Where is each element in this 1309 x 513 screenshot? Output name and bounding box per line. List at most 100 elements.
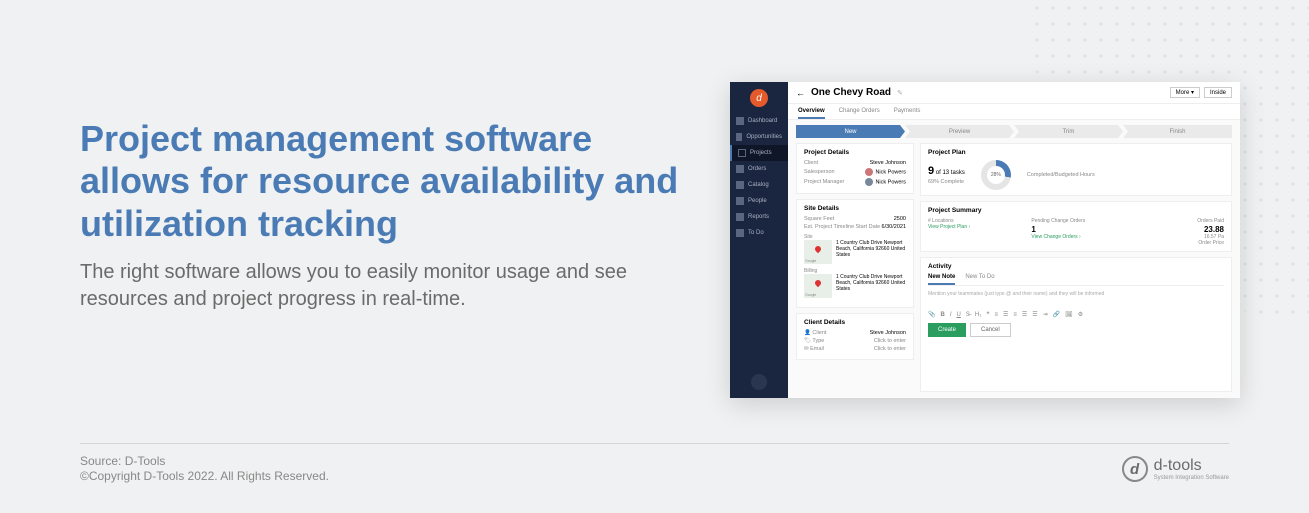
- sidebar-item-opportunities[interactable]: Opportunities: [730, 129, 788, 145]
- stage-new[interactable]: New: [796, 125, 905, 138]
- align-right-icon[interactable]: ≡: [1013, 312, 1017, 318]
- card-title: Project Summary: [928, 207, 1224, 214]
- site-map[interactable]: Google: [804, 240, 832, 264]
- list-ol-icon[interactable]: ☰: [1022, 311, 1027, 318]
- label: Square Feet: [804, 216, 834, 222]
- brand-tagline: System Integration Software: [1154, 475, 1229, 481]
- todo-icon: [736, 229, 744, 237]
- sidebar-item-catalog[interactable]: Catalog: [730, 177, 788, 193]
- client-name: Steve Johnson: [870, 160, 906, 166]
- main-panel: ← One Chevy Road ✎ More ▾ Inside Overvie…: [788, 82, 1240, 398]
- quote-icon[interactable]: ❝: [986, 311, 989, 318]
- tasks-total: 13 tasks: [942, 170, 964, 176]
- strike-icon[interactable]: S̶: [966, 312, 970, 318]
- tab-new-todo[interactable]: New To Do: [965, 274, 994, 285]
- underline-icon[interactable]: U: [957, 312, 961, 318]
- label: 👤 Client: [804, 330, 826, 336]
- project-title: One Chevy Road: [811, 87, 891, 98]
- hero-headline: Project management software allows for r…: [80, 118, 680, 245]
- type-input[interactable]: Click to enter: [874, 338, 906, 344]
- app-logo[interactable]: d: [750, 89, 768, 107]
- percent-complete: 69% Complete: [928, 179, 965, 185]
- site-address: 1 Country Club Drive Newport Beach, Cali…: [836, 240, 906, 264]
- label: Start Date: [855, 224, 880, 230]
- projects-icon: [738, 149, 746, 157]
- tab-overview[interactable]: Overview: [798, 108, 825, 119]
- card-title: Project Details: [804, 149, 906, 156]
- email-input[interactable]: Click to enter: [874, 346, 906, 352]
- tab-new-note[interactable]: New Note: [928, 274, 955, 285]
- people-icon: [736, 197, 744, 205]
- label: Client: [804, 160, 818, 166]
- brand-icon: d: [1122, 456, 1148, 482]
- stage-preview[interactable]: Preview: [905, 125, 1014, 138]
- orders-paid-value: 23.88: [1135, 225, 1224, 234]
- hero-subhead: The right software allows you to easily …: [80, 259, 680, 313]
- sidebar-item-dashboard[interactable]: Dashboard: [730, 113, 788, 129]
- hours-donut-chart: 28%: [981, 160, 1011, 190]
- image-icon[interactable]: 🖼: [1065, 311, 1073, 318]
- user-avatar[interactable]: [751, 374, 767, 390]
- note-input[interactable]: Mention your teammates (just type @ and …: [928, 291, 1224, 297]
- cancel-button[interactable]: Cancel: [970, 323, 1011, 337]
- sidebar-item-orders[interactable]: Orders: [730, 161, 788, 177]
- indent-icon[interactable]: ⇥: [1043, 311, 1048, 318]
- inside-button[interactable]: Inside: [1204, 87, 1232, 98]
- label: Project Manager: [804, 179, 844, 185]
- back-button[interactable]: ←: [796, 88, 805, 98]
- sidebar-item-todo[interactable]: To Do: [730, 225, 788, 241]
- stage-finish[interactable]: Finish: [1123, 125, 1232, 138]
- attach-icon[interactable]: 📎: [928, 311, 935, 318]
- link-icon[interactable]: 🔗: [1053, 311, 1060, 318]
- code-icon[interactable]: ⚙: [1078, 311, 1083, 318]
- dashboard-icon: [736, 117, 744, 125]
- donut-label: Completed/Budgeted Hours: [1027, 172, 1095, 178]
- source-text: Source: D-Tools: [80, 454, 329, 470]
- edit-icon[interactable]: ✎: [897, 89, 903, 97]
- list-ul-icon[interactable]: ☰: [1032, 311, 1037, 318]
- stage-bar: New Preview Trim Finish: [796, 125, 1232, 138]
- tab-change-orders[interactable]: Change Orders: [839, 108, 880, 119]
- topbar: ← One Chevy Road ✎ More ▾ Inside: [788, 82, 1240, 104]
- pending-orders-value: 1: [1031, 225, 1120, 234]
- billing-map[interactable]: Google: [804, 274, 832, 298]
- google-attribution: Google: [805, 259, 816, 263]
- italic-icon[interactable]: I: [950, 312, 952, 318]
- catalog-icon: [736, 181, 744, 189]
- h1-icon[interactable]: H₁: [975, 312, 981, 318]
- align-left-icon[interactable]: ≡: [994, 312, 998, 318]
- client-details-card: Client Details 👤 Client Steve Johnson 🏷 T…: [796, 313, 914, 360]
- view-plan-link[interactable]: View Project Plan: [928, 224, 1017, 230]
- site-details-card: Site Details Square Feet2500 Est. Projec…: [796, 199, 914, 308]
- label: Orders Paid: [1135, 218, 1224, 224]
- reports-icon: [736, 213, 744, 221]
- app-screenshot: d Dashboard Opportunities Projects Order…: [730, 82, 1240, 398]
- create-button[interactable]: Create: [928, 323, 966, 337]
- card-title: Site Details: [804, 205, 906, 212]
- stage-trim[interactable]: Trim: [1014, 125, 1123, 138]
- label: Est. Project Timeline: [804, 224, 854, 230]
- tab-payments[interactable]: Payments: [894, 108, 921, 119]
- copyright-text: ©Copyright D-Tools 2022. All Rights Rese…: [80, 469, 329, 485]
- align-center-icon[interactable]: ☰: [1003, 311, 1008, 318]
- card-title: Client Details: [804, 319, 906, 326]
- label: 🏷 Type: [804, 338, 824, 344]
- sidebar: d Dashboard Opportunities Projects Order…: [730, 82, 788, 398]
- more-button[interactable]: More ▾: [1170, 87, 1200, 98]
- view-orders-link[interactable]: View Change Orders: [1031, 234, 1120, 240]
- client-value: Steve Johnson: [870, 330, 906, 336]
- avatar-icon: [865, 178, 873, 186]
- editor-toolbar: 📎 B I U S̶ H₁ ❝ ≡ ☰ ≡ ☰ ☰ ⇥ 🔗: [928, 311, 1224, 318]
- sidebar-item-people[interactable]: People: [730, 193, 788, 209]
- activity-card: Activity New Note New To Do Mention your…: [920, 257, 1232, 392]
- bold-icon[interactable]: B: [940, 312, 944, 318]
- sidebar-item-reports[interactable]: Reports: [730, 209, 788, 225]
- tabs: Overview Change Orders Payments: [788, 104, 1240, 120]
- label: Pending Change Orders: [1031, 218, 1120, 224]
- project-manager: Nick Powers: [865, 178, 906, 186]
- avatar-icon: [865, 168, 873, 176]
- sidebar-item-projects[interactable]: Projects: [730, 145, 788, 161]
- paid-note: Order Price: [1135, 240, 1224, 246]
- card-title: Activity: [928, 263, 1224, 270]
- opportunities-icon: [736, 133, 742, 141]
